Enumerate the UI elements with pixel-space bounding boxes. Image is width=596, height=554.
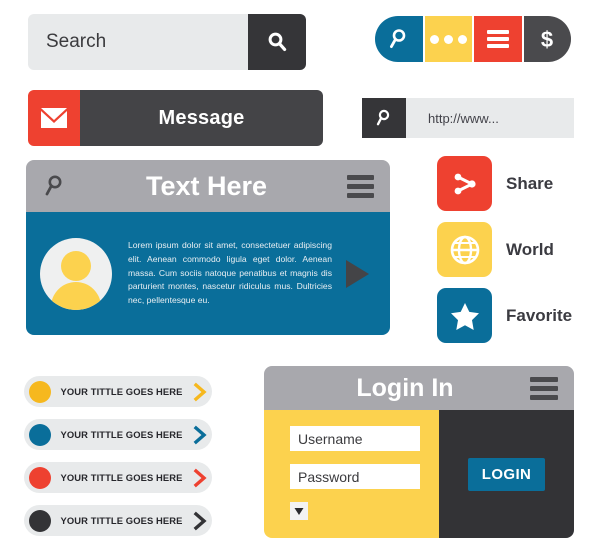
search-icon[interactable] — [42, 173, 66, 199]
chevron-right-icon — [193, 468, 207, 487]
pill-nav-item-money[interactable]: $ — [521, 16, 571, 62]
icon-row-share[interactable]: Share — [437, 156, 596, 211]
title-pill-list: YOUR TITTLE GOES HERE YOUR TITTLE GOES H… — [24, 376, 224, 548]
search-bar: Search — [28, 14, 306, 70]
favorite-tile[interactable] — [437, 288, 492, 343]
icon-label-share: Share — [506, 173, 554, 193]
url-input[interactable]: http://www... — [406, 98, 574, 138]
url-input-value: http://www... — [428, 110, 499, 126]
title-pill-3[interactable]: YOUR TITTLE GOES HERE — [24, 462, 212, 493]
pill-nav-item-menu[interactable] — [472, 16, 522, 62]
password-input[interactable] — [290, 464, 420, 489]
dropdown-toggle[interactable] — [290, 502, 308, 520]
login-panel-title: Login In — [356, 373, 454, 402]
login-panel-header: Login In — [264, 366, 574, 410]
login-fields — [264, 410, 439, 538]
pill-dot-icon — [29, 380, 51, 403]
title-pill-label: YOUR TITTLE GOES HERE — [60, 472, 183, 483]
chevron-right-icon — [193, 425, 207, 444]
url-search-button[interactable] — [362, 98, 406, 138]
title-pill-label: YOUR TITTLE GOES HERE — [60, 515, 183, 526]
title-pill-1[interactable]: YOUR TITTLE GOES HERE — [24, 376, 212, 407]
message-label: Message — [158, 106, 245, 129]
search-submit-button[interactable] — [248, 14, 306, 70]
icon-label-world: World — [506, 239, 554, 259]
message-bar[interactable]: Message — [28, 90, 323, 146]
avatar — [40, 237, 112, 310]
dots-icon — [429, 34, 467, 44]
login-action-area: LOGIN — [439, 410, 574, 538]
star-icon — [450, 302, 479, 330]
pill-nav-item-search[interactable] — [375, 16, 423, 62]
avatar-body — [51, 281, 101, 310]
widget-panel: Text Here Lorem ipsum dolor sit amet, co… — [26, 160, 390, 335]
icon-row-world[interactable]: World — [437, 222, 596, 277]
widget-panel-header: Text Here — [26, 160, 390, 212]
pill-nav: $ — [375, 16, 571, 62]
svg-text:$: $ — [541, 27, 553, 52]
icon-row-favorite[interactable]: Favorite — [437, 288, 596, 343]
message-label-block: Message — [80, 90, 323, 146]
search-input[interactable]: Search — [28, 14, 248, 70]
pill-dot-icon — [29, 466, 51, 489]
search-icon — [268, 32, 287, 51]
dollar-icon: $ — [541, 27, 553, 52]
login-panel: Login In LOGIN — [264, 366, 574, 538]
pill-dot-icon — [29, 423, 51, 446]
hamburger-icon[interactable] — [347, 174, 374, 198]
pill-dot-icon — [29, 509, 51, 532]
message-icon-block — [28, 90, 80, 146]
title-pill-label: YOUR TITTLE GOES HERE — [60, 429, 183, 440]
widget-panel-title: Text Here — [145, 170, 268, 201]
search-icon — [376, 109, 390, 126]
share-tile[interactable] — [437, 156, 492, 211]
world-tile[interactable] — [437, 222, 492, 277]
hamburger-icon[interactable] — [530, 376, 558, 400]
url-bar: http://www... — [362, 98, 574, 138]
widget-panel-body: Lorem ipsum dolor sit amet, consectetuer… — [26, 212, 390, 335]
pill-nav-item-more[interactable] — [422, 16, 472, 62]
search-icon — [389, 29, 406, 49]
title-pill-2[interactable]: YOUR TITTLE GOES HERE — [24, 419, 212, 450]
play-icon[interactable] — [342, 257, 372, 291]
widget-body-text: Lorem ipsum dolor sit amet, consectetuer… — [128, 239, 332, 306]
title-pill-4[interactable]: YOUR TITTLE GOES HERE — [24, 505, 212, 536]
login-panel-body: LOGIN — [264, 410, 574, 538]
chevron-right-icon — [193, 382, 207, 401]
chevron-right-icon — [193, 511, 207, 530]
hamburger-icon — [486, 30, 509, 48]
username-input[interactable] — [290, 426, 420, 451]
share-icon — [454, 173, 476, 194]
icon-list: Share World Favorite — [437, 156, 596, 354]
icon-label-favorite: Favorite — [506, 305, 573, 325]
avatar-head — [61, 250, 91, 281]
login-button[interactable]: LOGIN — [467, 457, 546, 491]
globe-icon — [450, 235, 479, 264]
title-pill-label: YOUR TITTLE GOES HERE — [60, 386, 183, 397]
search-input-value: Search — [46, 31, 107, 52]
chevron-down-icon — [294, 508, 304, 515]
envelope-icon — [41, 108, 67, 128]
